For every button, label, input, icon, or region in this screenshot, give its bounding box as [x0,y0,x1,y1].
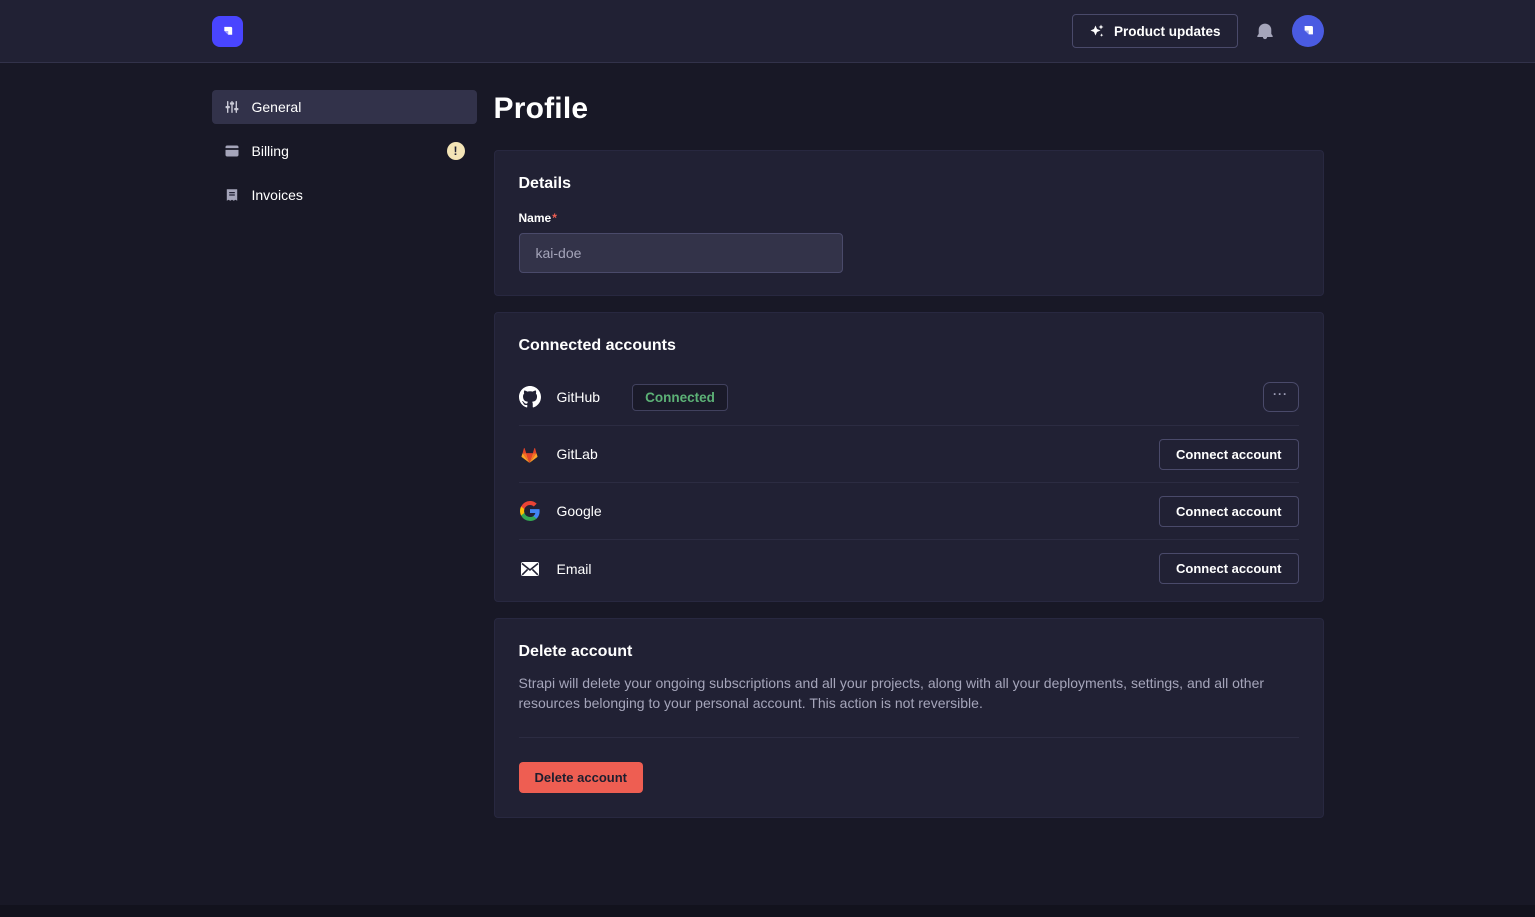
details-card: Details Name* [494,150,1324,296]
google-connect-button[interactable]: Connect account [1159,496,1298,527]
provider-name: GitLab [557,446,598,462]
connected-status-badge: Connected [632,384,728,411]
top-navigation-bar: Product updates [0,0,1535,63]
bell-icon [1256,22,1274,40]
page-title: Profile [494,92,1324,126]
account-row-github: GitHub Connected ··· [519,369,1299,426]
provider-name: Email [557,561,592,577]
connected-accounts-card: Connected accounts GitHub Connected ··· [494,312,1324,602]
google-icon [519,501,541,521]
sparkle-icon [1089,23,1105,39]
name-field-label: Name* [519,211,1299,225]
sidebar-item-label: General [252,99,465,115]
credit-card-icon [224,143,240,159]
provider-name: GitHub [557,389,601,405]
user-avatar[interactable] [1292,15,1324,47]
product-updates-label: Product updates [1114,24,1221,39]
notifications-button[interactable] [1254,20,1276,42]
email-connect-button[interactable]: Connect account [1159,553,1298,584]
details-heading: Details [495,151,1323,193]
main-content: Profile Details Name* Connected accounts [494,90,1324,834]
account-row-email: Email Connect account [519,540,1299,597]
settings-sidebar: General Billing ! Invoices [212,90,477,834]
avatar-strapi-icon [1299,22,1317,40]
required-asterisk: * [552,211,557,225]
sidebar-item-label: Invoices [252,187,465,203]
strapi-logo[interactable] [212,16,243,47]
gitlab-icon [519,444,541,465]
gitlab-connect-button[interactable]: Connect account [1159,439,1298,470]
github-options-button[interactable]: ··· [1263,382,1299,412]
delete-account-card: Delete account Strapi will delete your o… [494,618,1324,818]
delete-account-description: Strapi will delete your ongoing subscrip… [495,661,1301,713]
name-input[interactable] [519,233,843,273]
billing-warning-icon: ! [447,142,465,160]
ellipsis-icon: ··· [1273,387,1288,401]
connected-accounts-heading: Connected accounts [495,313,1323,355]
github-icon [519,386,541,408]
window-bottom-edge [0,905,1535,917]
sidebar-item-billing[interactable]: Billing ! [212,134,477,168]
strapi-logo-icon [219,23,236,40]
invoice-icon [224,187,240,203]
delete-account-button[interactable]: Delete account [519,762,643,793]
email-icon [519,561,541,577]
product-updates-button[interactable]: Product updates [1072,14,1238,48]
sidebar-item-invoices[interactable]: Invoices [212,178,477,212]
provider-name: Google [557,503,602,519]
delete-account-heading: Delete account [495,619,1323,661]
sidebar-item-general[interactable]: General [212,90,477,124]
sliders-icon [224,99,240,115]
account-row-google: Google Connect account [519,483,1299,540]
account-row-gitlab: GitLab Connect account [519,426,1299,483]
sidebar-item-label: Billing [252,143,435,159]
